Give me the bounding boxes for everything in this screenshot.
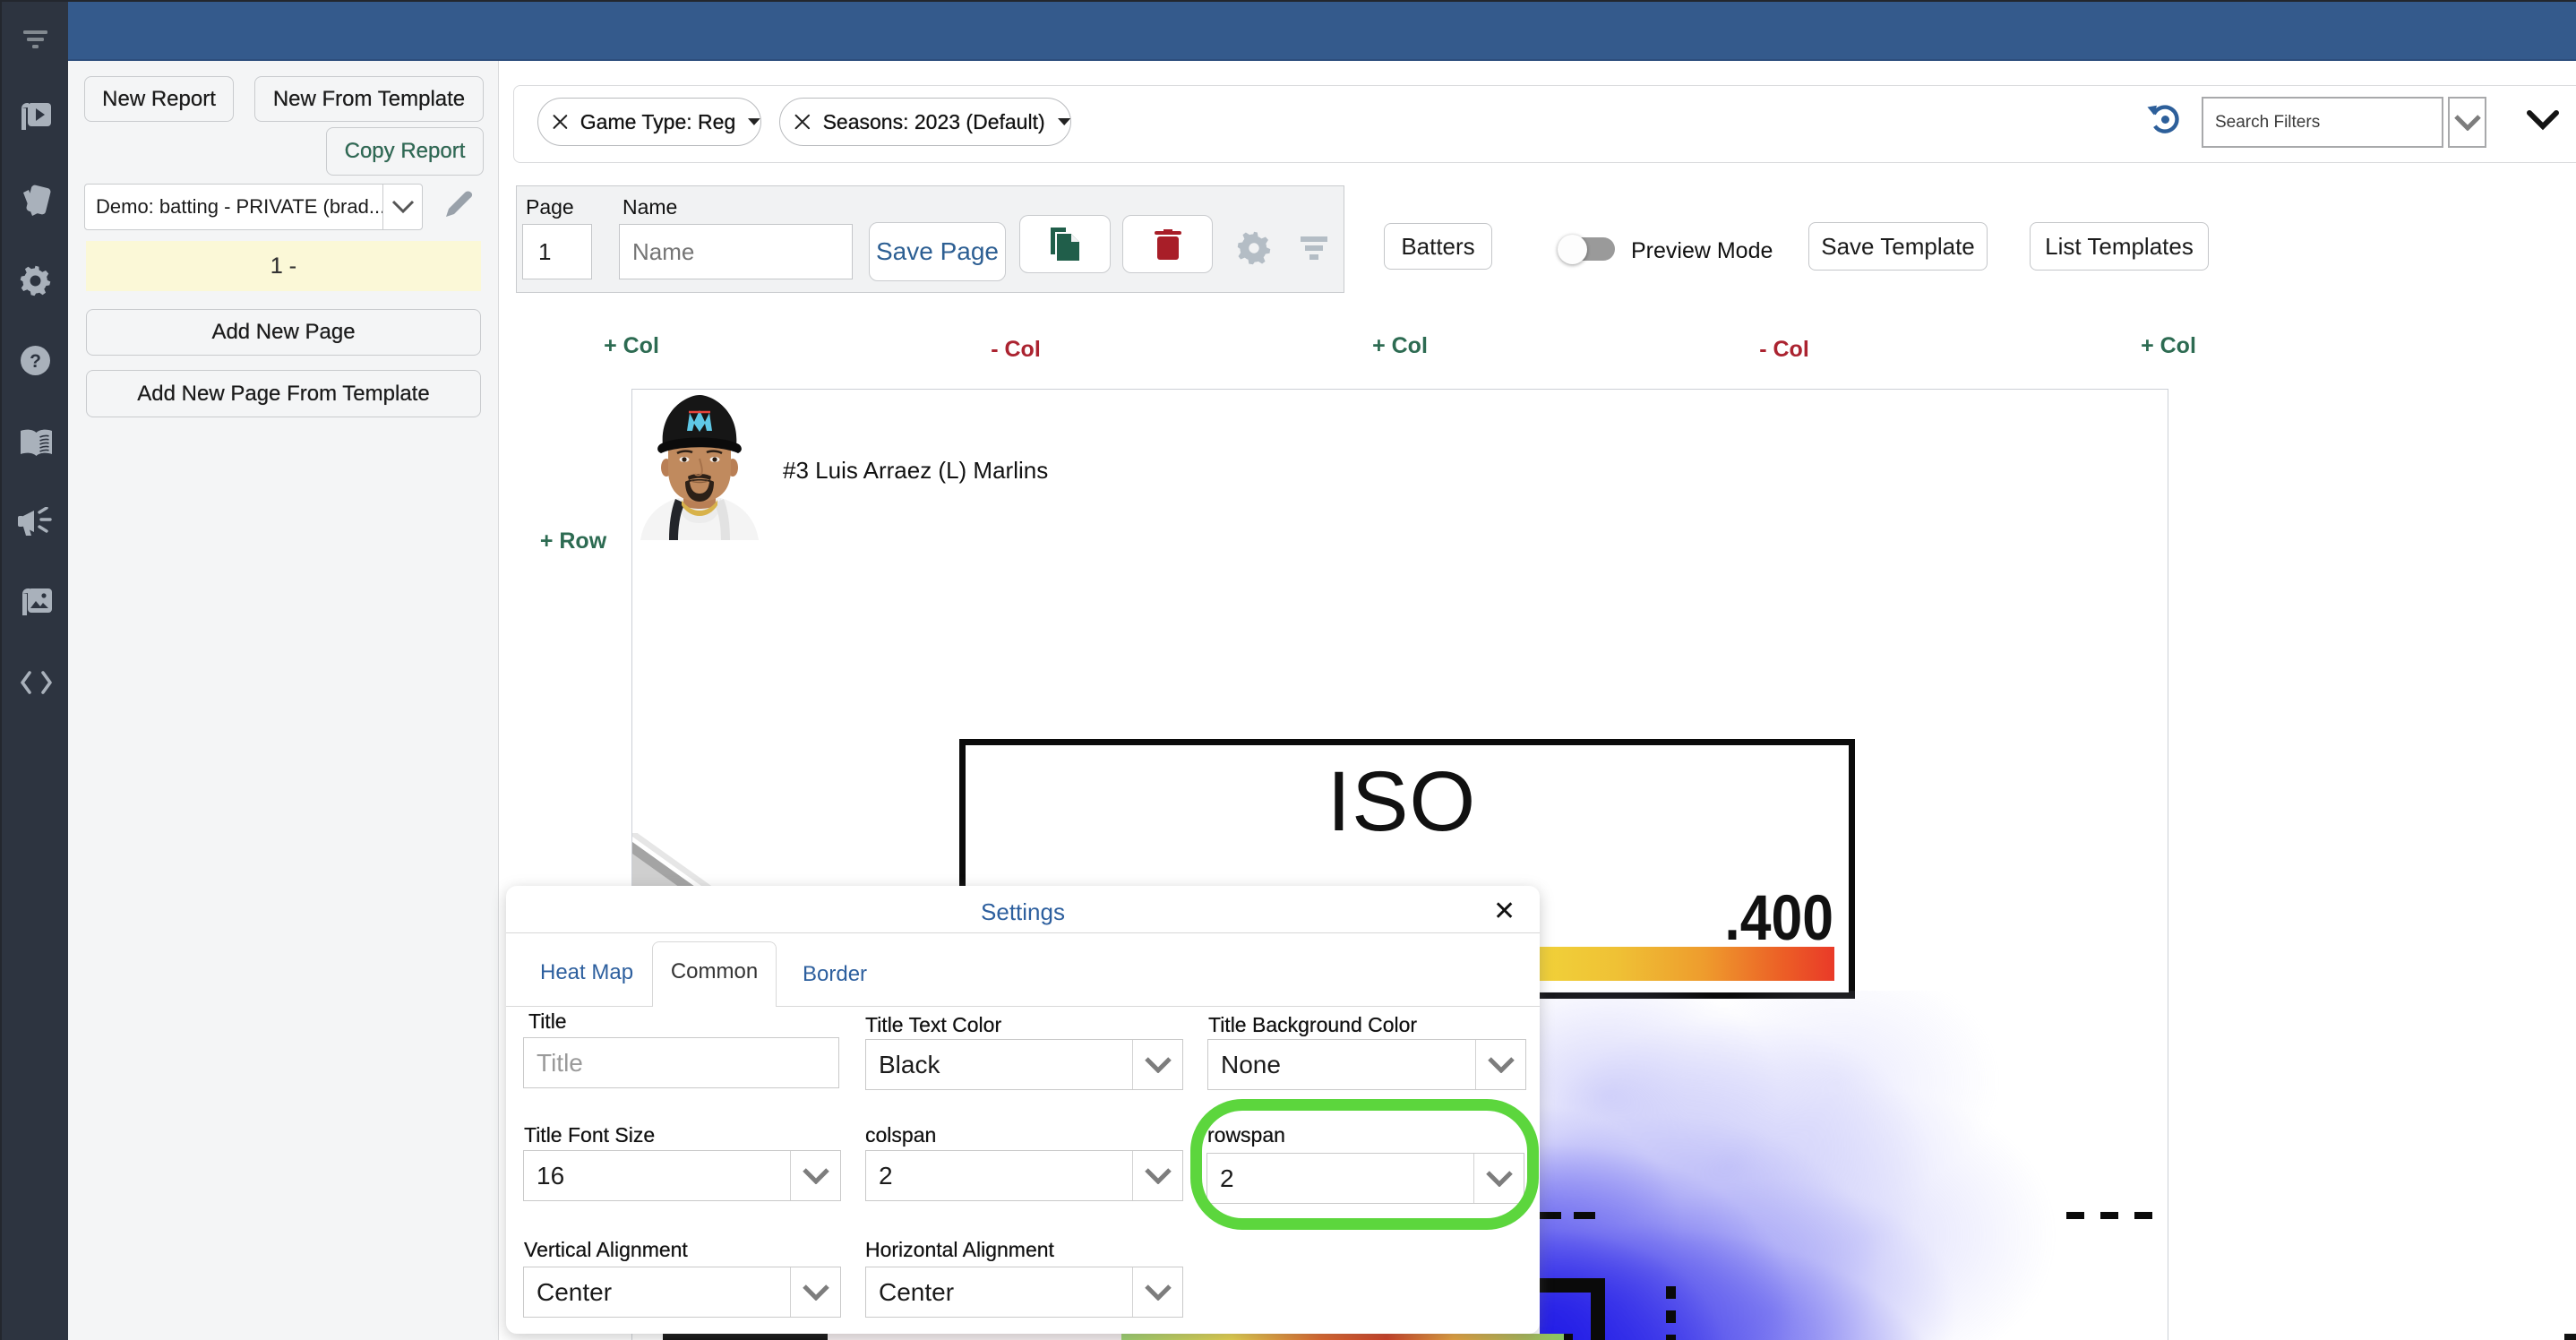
svg-text:?: ?: [30, 351, 41, 372]
